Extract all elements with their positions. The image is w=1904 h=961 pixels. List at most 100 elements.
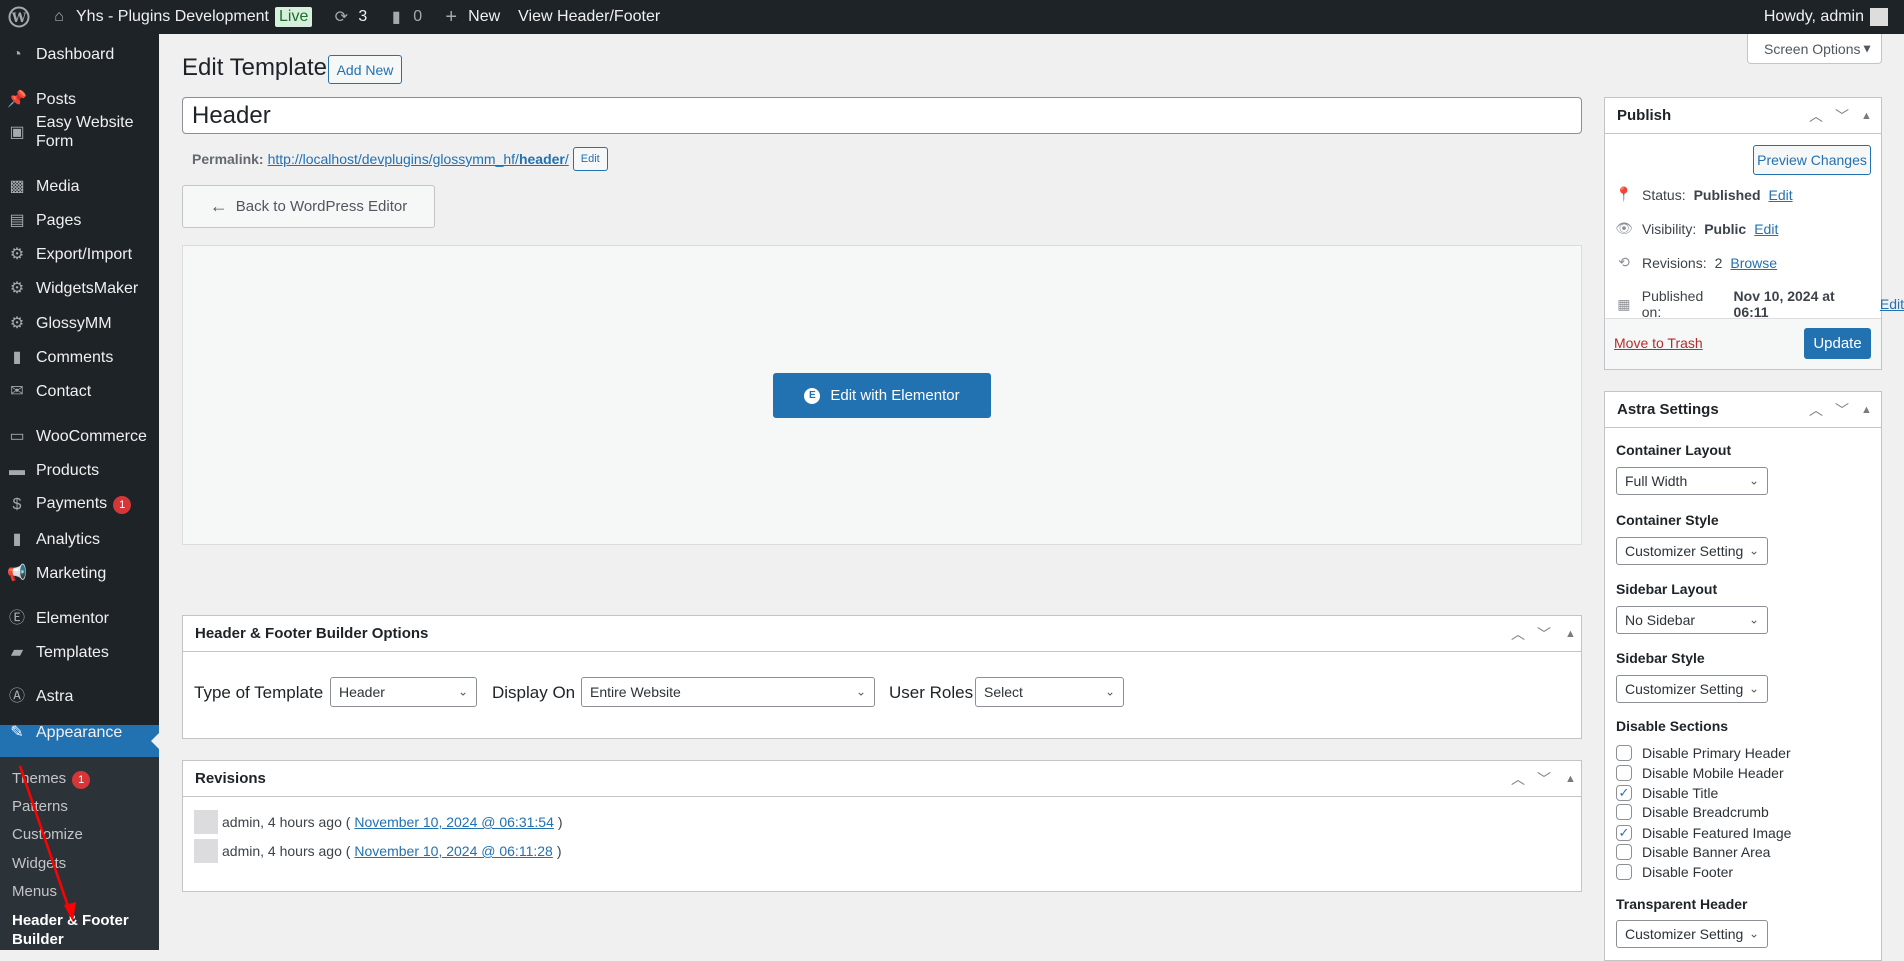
hfb-options-title: Header & Footer Builder Options: [183, 616, 1581, 652]
sidebar-layout-label: Sidebar Layout: [1616, 581, 1718, 597]
submenu-item-patterns[interactable]: Patterns: [12, 798, 68, 815]
chevron-down-icon: ⌄: [1748, 543, 1759, 558]
toggle-icon[interactable]: ▲: [1861, 110, 1872, 122]
sidebar-item-label: Dashboard: [36, 45, 115, 63]
move-up-icon[interactable]: ︿: [1511, 624, 1525, 644]
toggle-icon[interactable]: ▲: [1565, 773, 1576, 785]
revision-link[interactable]: November 10, 2024 @ 06:11:28: [354, 843, 552, 859]
wordpress-logo-icon[interactable]: W: [0, 0, 39, 34]
sidebar-item-label: Export/Import: [36, 245, 133, 263]
checkbox[interactable]: [1616, 765, 1632, 781]
move-down-icon[interactable]: ﹀: [1835, 106, 1849, 126]
comments-link[interactable]: ▮ 0: [376, 0, 431, 34]
move-up-icon[interactable]: ︿: [1511, 769, 1525, 789]
edit-status-link[interactable]: Edit: [1769, 187, 1793, 203]
browse-revisions-link[interactable]: Browse: [1730, 255, 1777, 271]
history-icon: ⟲: [1618, 254, 1630, 270]
sidebar-item-label: Pages: [36, 211, 82, 229]
sidebar-item-label: Comments: [36, 348, 114, 366]
submenu-item-themes[interactable]: Themes 1: [12, 770, 91, 789]
site-name-link[interactable]: ⌂ Yhs - Plugins Development Live: [39, 0, 321, 34]
checkbox[interactable]: [1616, 844, 1632, 860]
title-input[interactable]: [182, 97, 1582, 134]
mail-icon: ✉: [10, 382, 24, 400]
chevron-down-icon: ⌄: [1104, 684, 1115, 699]
my-account[interactable]: Howdy, admin: [1755, 0, 1904, 34]
submenu-item-header-footer-builder[interactable]: Header & Footer Builder: [12, 911, 152, 949]
plus-icon: +: [445, 5, 457, 28]
move-to-trash-link[interactable]: Move to Trash: [1614, 335, 1703, 351]
checkbox-disable-banner-area[interactable]: Disable Banner Area: [1616, 844, 1770, 860]
checkbox-disable-title[interactable]: ✓ Disable Title: [1616, 785, 1718, 801]
checkbox[interactable]: ✓: [1616, 825, 1632, 841]
sidebar-item-label: Contact: [36, 382, 92, 400]
elementor-icon: E: [804, 387, 821, 404]
avatar: [194, 839, 218, 863]
container-style-select[interactable]: Customizer Setting ⌄: [1616, 537, 1768, 565]
container-layout-select[interactable]: Full Width ⌄: [1616, 467, 1768, 495]
permalink-edit-button[interactable]: Edit: [572, 147, 608, 171]
edit-date-link[interactable]: Edit: [1880, 296, 1904, 312]
display-on-label: Display On: [492, 683, 576, 702]
move-down-icon[interactable]: ﹀: [1537, 624, 1551, 644]
checkbox-disable-breadcrumb[interactable]: Disable Breadcrumb: [1616, 804, 1769, 820]
toggle-icon[interactable]: ▲: [1565, 628, 1576, 640]
sidebar-item-label: Appearance: [36, 723, 123, 741]
screen-options-button[interactable]: Screen Options ▼: [1747, 34, 1882, 64]
disable-sections-label: Disable Sections: [1616, 718, 1729, 734]
submenu-item-menus[interactable]: Menus: [12, 883, 57, 900]
checkbox-disable-mobile-header[interactable]: Disable Mobile Header: [1616, 765, 1784, 781]
gear-icon: ⚙: [9, 245, 25, 263]
chevron-down-icon: ⌄: [855, 684, 866, 699]
archive-icon: ▬: [9, 461, 25, 479]
move-down-icon[interactable]: ﹀: [1835, 400, 1849, 420]
type-of-template-select[interactable]: Header ⌄: [330, 677, 477, 707]
sidebar-layout-select[interactable]: No Sidebar ⌄: [1616, 606, 1768, 634]
revision-link[interactable]: November 10, 2024 @ 06:31:54: [354, 814, 553, 830]
move-up-icon[interactable]: ︿: [1809, 106, 1823, 126]
gear-icon: ⚙: [9, 314, 25, 332]
calendar-icon: ▦: [1617, 295, 1631, 312]
dashboard-icon: ◔: [12, 45, 22, 63]
checkbox-disable-featured-image[interactable]: ✓ Disable Featured Image: [1616, 825, 1791, 841]
chevron-down-icon: ⌄: [1748, 926, 1759, 941]
updates-link[interactable]: ⟳ 3: [321, 0, 376, 34]
transparent-header-select[interactable]: Customizer Setting ⌄: [1616, 920, 1768, 948]
comment-icon: ▮: [391, 9, 401, 26]
add-new-button[interactable]: Add New: [328, 55, 402, 84]
edit-visibility-link[interactable]: Edit: [1754, 221, 1778, 237]
update-button[interactable]: Update: [1804, 328, 1871, 359]
woo-icon: ▭: [9, 427, 25, 445]
edit-with-elementor-button[interactable]: E Edit with Elementor: [773, 373, 991, 418]
pages-icon: ▤: [9, 211, 25, 229]
chevron-down-icon: ⌄: [1748, 612, 1759, 627]
checkbox-disable-footer[interactable]: Disable Footer: [1616, 864, 1733, 880]
refresh-icon: ⟳: [334, 9, 349, 26]
checkbox-disable-primary-header[interactable]: Disable Primary Header: [1616, 745, 1791, 761]
checkbox[interactable]: [1616, 745, 1632, 761]
checkbox[interactable]: [1616, 864, 1632, 880]
sidebar-item-label: Easy Website Form: [36, 114, 134, 150]
submenu-item-customize[interactable]: Customize: [12, 826, 83, 843]
checkbox[interactable]: ✓: [1616, 785, 1632, 801]
permalink-link[interactable]: http://localhost/devplugins/glossymm_hf/…: [268, 151, 569, 167]
new-content-link[interactable]: + New: [431, 0, 509, 34]
sidebar-item-label: WidgetsMaker: [36, 279, 139, 297]
move-up-icon[interactable]: ︿: [1809, 400, 1823, 420]
back-to-editor-button[interactable]: ← Back to WordPress Editor: [182, 185, 435, 228]
toggle-icon[interactable]: ▲: [1861, 404, 1872, 416]
view-link[interactable]: View Header/Footer: [509, 0, 669, 34]
user-roles-select[interactable]: Select ⌄: [975, 677, 1124, 707]
preview-changes-button[interactable]: Preview Changes: [1753, 145, 1871, 175]
avatar: [194, 810, 218, 834]
submenu-item-widgets[interactable]: Widgets: [12, 855, 66, 872]
sidebar-item-label: Analytics: [36, 530, 101, 548]
checkbox[interactable]: [1616, 804, 1632, 820]
megaphone-icon: 📢: [7, 564, 27, 582]
revision-item: admin, 4 hours ago (November 10, 2024 @ …: [194, 839, 562, 863]
display-on-select[interactable]: Entire Website ⌄: [581, 677, 875, 707]
sidebar-item-label: Payments 1: [36, 494, 132, 514]
media-icon: ▩: [9, 177, 25, 195]
move-down-icon[interactable]: ﹀: [1537, 769, 1551, 789]
sidebar-style-select[interactable]: Customizer Setting ⌄: [1616, 675, 1768, 703]
